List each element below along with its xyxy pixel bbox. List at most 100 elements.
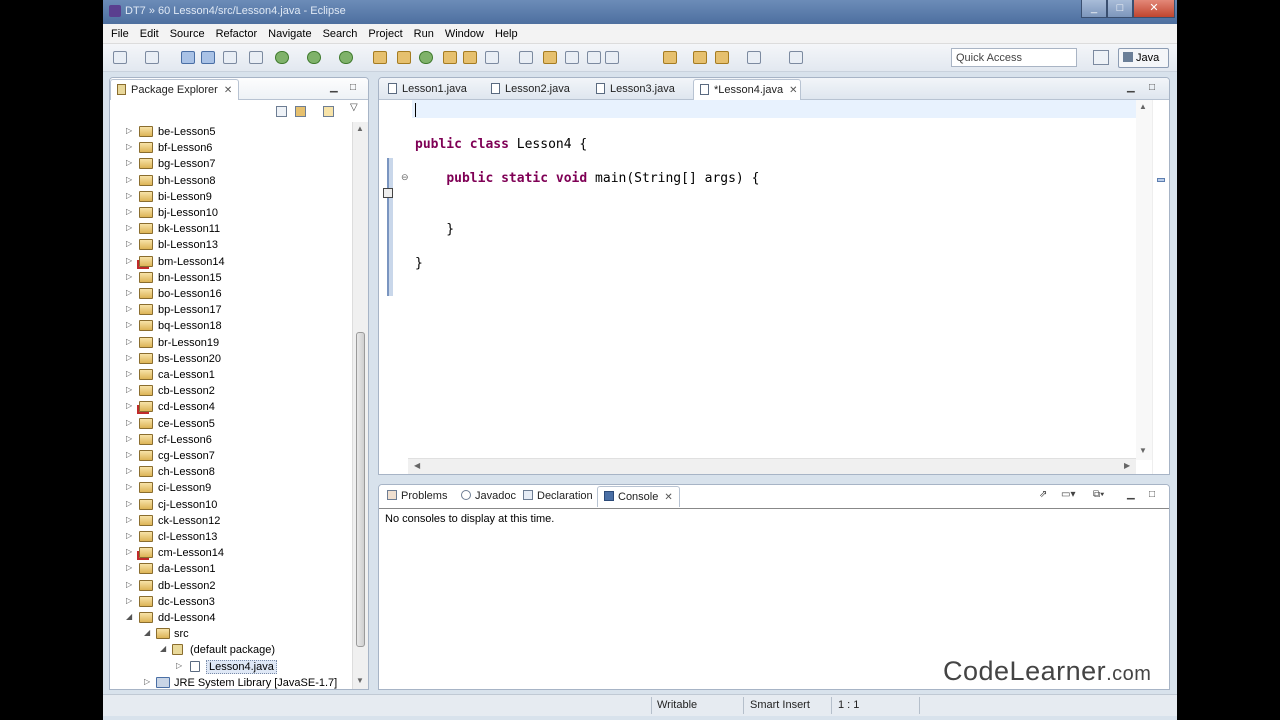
tree-expand-icon[interactable]: ▷ (126, 126, 132, 135)
tree-expand-icon[interactable]: ▷ (144, 677, 150, 686)
save-all-icon[interactable] (201, 51, 215, 64)
new-package-icon[interactable] (397, 51, 411, 64)
link-with-editor-icon[interactable] (295, 106, 306, 117)
tab-lesson3[interactable]: Lesson3.java (590, 79, 681, 100)
tree-scrollbar[interactable]: ▲ ▼ (352, 122, 368, 689)
tab-lesson2[interactable]: Lesson2.java (485, 79, 576, 100)
run-icon[interactable] (307, 51, 321, 64)
occurrence-marker[interactable] (1157, 178, 1165, 182)
toggle-mark-occurrences-icon[interactable] (519, 51, 533, 64)
next-annotation-icon[interactable] (663, 51, 677, 64)
tree-scrollbar-thumb[interactable] (356, 332, 365, 647)
menu-search[interactable]: Search (323, 24, 358, 44)
editor-horizontal-scrollbar[interactable]: ◀ ▶ (408, 458, 1136, 474)
tree-expand-icon[interactable]: ▷ (126, 466, 132, 475)
tab-package-explorer[interactable]: Package Explorer ✕ (110, 79, 240, 100)
scroll-left-icon[interactable]: ◀ (414, 461, 420, 470)
new-icon[interactable] (113, 51, 127, 64)
tree-expand-icon[interactable]: ▷ (126, 239, 132, 248)
display-console-icon[interactable]: ▭▾ (1061, 489, 1075, 500)
tree-expand-icon[interactable]: ▷ (126, 515, 132, 524)
tree-collapse-icon[interactable]: ◢ (160, 644, 166, 653)
tree-expand-icon[interactable]: ▷ (126, 288, 132, 297)
tree-expand-icon[interactable]: ▷ (126, 304, 132, 313)
tree-collapse-icon[interactable]: ◢ (144, 628, 150, 637)
tree-expand-icon[interactable]: ▷ (126, 547, 132, 556)
scroll-up-icon[interactable]: ▲ (356, 124, 364, 133)
new-dropdown-icon[interactable] (145, 51, 159, 64)
new-java-project-icon[interactable] (373, 51, 387, 64)
menu-source[interactable]: Source (170, 24, 205, 44)
print-icon[interactable] (223, 51, 237, 64)
back-icon[interactable] (747, 51, 761, 64)
tree-expand-icon[interactable]: ▷ (126, 369, 132, 378)
minimize-button[interactable]: _ (1081, 0, 1107, 18)
tree-expand-icon[interactable]: ▷ (126, 158, 132, 167)
last-edit-location-icon[interactable] (715, 51, 729, 64)
minimize-view-icon[interactable]: ▁ (1127, 82, 1135, 93)
close-tab-icon[interactable]: ✕ (664, 492, 672, 503)
tree-expand-icon[interactable]: ▷ (126, 531, 132, 540)
show-whitespace-icon[interactable] (587, 51, 601, 64)
tree-expand-icon[interactable]: ▷ (126, 580, 132, 589)
java-perspective-button[interactable]: Java (1118, 48, 1169, 68)
view-menu-icon[interactable] (323, 106, 334, 117)
pin-console-icon[interactable]: ⧉▾ (1093, 489, 1104, 500)
collapse-all-icon[interactable] (276, 106, 287, 117)
tree-expand-icon[interactable]: ▷ (126, 353, 132, 362)
new-class-icon[interactable] (419, 51, 433, 64)
tree-expand-icon[interactable]: ▷ (126, 434, 132, 443)
open-type-icon[interactable] (443, 51, 457, 64)
quick-access-input[interactable]: Quick Access (951, 48, 1077, 67)
block-selection-icon[interactable] (565, 51, 579, 64)
menu-refactor[interactable]: Refactor (216, 24, 258, 44)
scroll-up-icon[interactable]: ▲ (1139, 102, 1147, 111)
close-window-button[interactable]: ✕ (1133, 0, 1175, 18)
fold-toggle-icon[interactable]: ⊖ (401, 172, 409, 183)
tree-expand-icon[interactable]: ▷ (126, 450, 132, 459)
tree-expand-icon[interactable]: ▷ (126, 320, 132, 329)
tab-declaration[interactable]: Declaration (517, 486, 599, 507)
forward-icon[interactable] (789, 51, 803, 64)
open-task-icon[interactable] (463, 51, 477, 64)
maximize-view-icon[interactable]: □ (1149, 489, 1155, 500)
tree-expand-icon[interactable]: ▷ (126, 563, 132, 572)
menu-window[interactable]: Window (445, 24, 484, 44)
scroll-down-icon[interactable]: ▼ (1139, 446, 1147, 455)
scroll-down-icon[interactable]: ▼ (356, 676, 364, 685)
debug-icon[interactable] (275, 51, 289, 64)
menu-project[interactable]: Project (368, 24, 402, 44)
menu-help[interactable]: Help (495, 24, 518, 44)
skip-breakpoints-icon[interactable] (249, 51, 263, 64)
minimize-view-icon[interactable]: ▁ (330, 82, 338, 93)
tree-expand-icon[interactable]: ▷ (176, 661, 182, 670)
tab-console[interactable]: Console ✕ (597, 486, 680, 507)
run-external-tools-icon[interactable] (339, 51, 353, 64)
menu-navigate[interactable]: Navigate (268, 24, 311, 44)
tab-javadoc[interactable]: Javadoc (455, 486, 522, 507)
code-area[interactable]: public class Lesson4 { public static voi… (412, 100, 1136, 460)
close-tab-icon[interactable]: ✕ (789, 85, 797, 96)
tab-lesson1[interactable]: Lesson1.java (382, 79, 473, 100)
minimize-view-icon[interactable]: ▁ (1127, 489, 1135, 500)
close-tab-icon[interactable]: ✕ (224, 85, 232, 96)
maximize-view-icon[interactable]: □ (1149, 82, 1155, 93)
maximize-button[interactable]: □ (1107, 0, 1133, 18)
menu-file[interactable]: File (111, 24, 129, 44)
tree-expand-icon[interactable]: ▷ (126, 385, 132, 394)
tree-expand-icon[interactable]: ▷ (126, 142, 132, 151)
toggle-word-wrap-icon[interactable] (543, 51, 557, 64)
view-menu-chevron-icon[interactable]: ▽ (350, 102, 358, 113)
open-perspective-icon[interactable] (1093, 50, 1109, 65)
tab-lesson4[interactable]: *Lesson4.java ✕ (693, 79, 801, 100)
open-console-icon[interactable]: ⇗ (1039, 489, 1047, 500)
tree-expand-icon[interactable]: ▷ (126, 482, 132, 491)
tab-problems[interactable]: Problems (381, 486, 453, 507)
editor-vertical-scrollbar[interactable]: ▲ ▼ (1136, 100, 1152, 460)
tree-collapse-icon[interactable]: ◢ (126, 612, 132, 621)
search-icon[interactable] (485, 51, 499, 64)
tree-expand-icon[interactable]: ▷ (126, 272, 132, 281)
tree-expand-icon[interactable]: ▷ (126, 223, 132, 232)
save-icon[interactable] (181, 51, 195, 64)
tree-expand-icon[interactable]: ▷ (126, 207, 132, 216)
